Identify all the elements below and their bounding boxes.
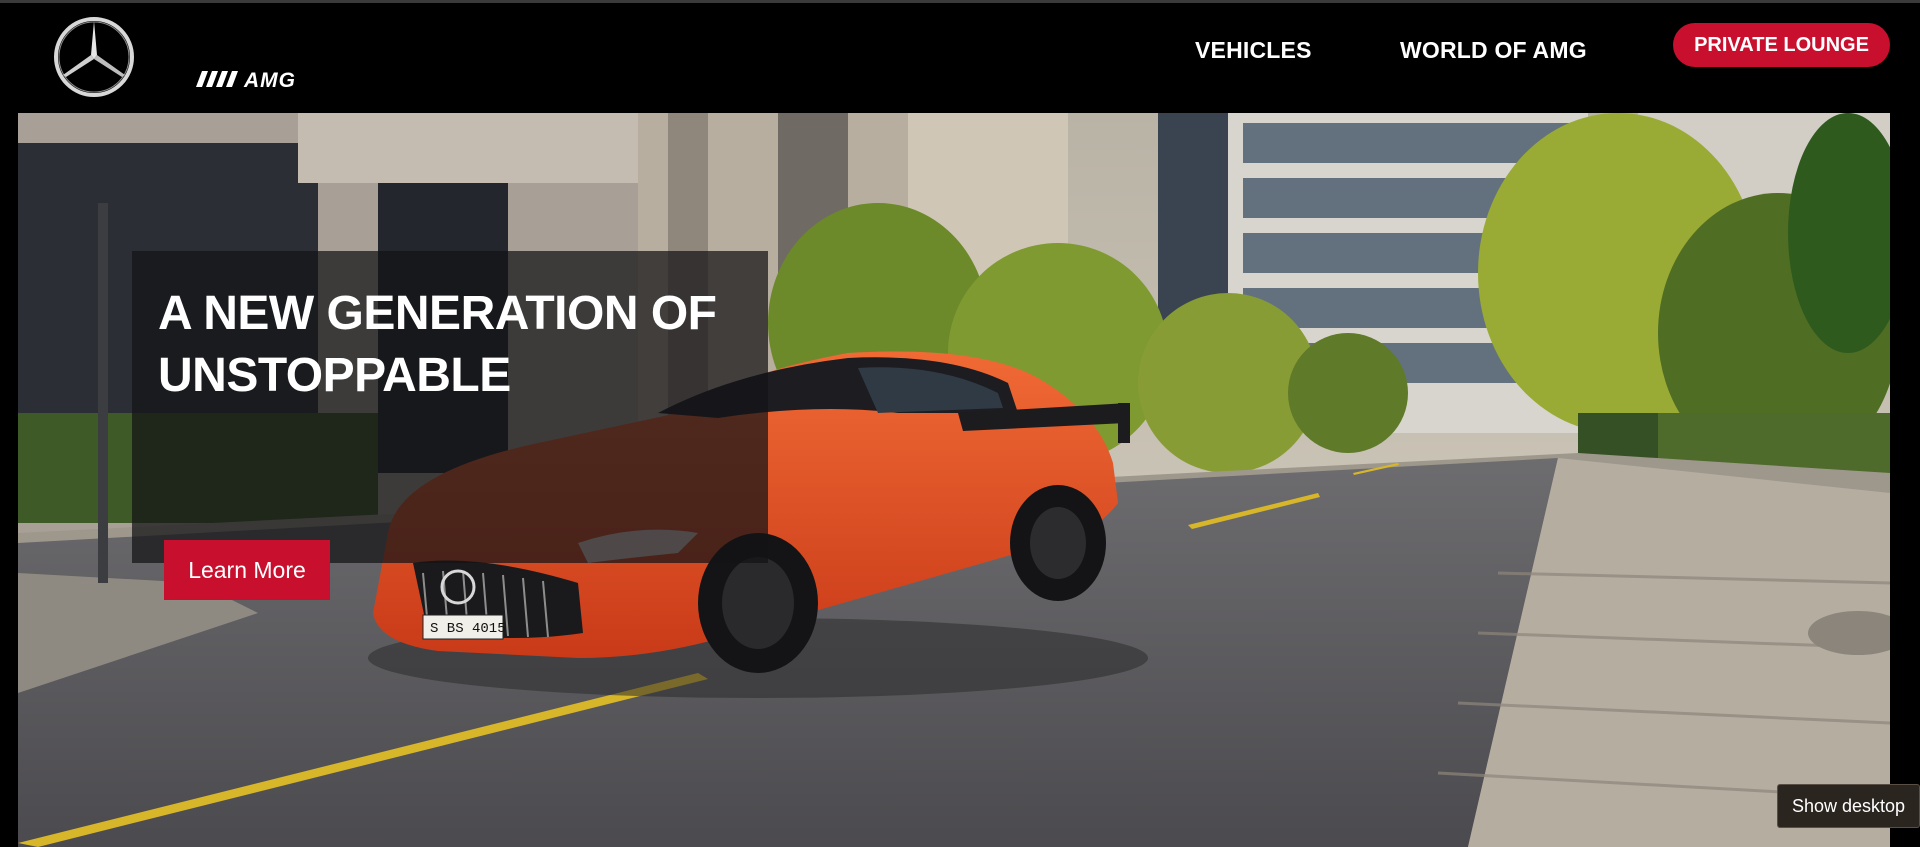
private-lounge-button[interactable]: PRIVATE LOUNGE (1673, 23, 1890, 67)
hero-headline-line2: UNSTOPPABLE (158, 349, 511, 402)
mercedes-star-logo-icon[interactable] (52, 15, 136, 99)
nav-vehicles[interactable]: VEHICLES (1195, 37, 1312, 64)
nav-world-of-amg[interactable]: WORLD OF AMG (1400, 37, 1587, 64)
amg-logo[interactable]: AMG (196, 69, 336, 93)
site-header: AMG VEHICLES WORLD OF AMG PRIVATE LOUNGE (0, 3, 1920, 113)
hero-headline-line1: A NEW GENERATION OF (158, 287, 717, 340)
learn-more-button[interactable]: Learn More (164, 540, 330, 600)
hero-headline: A NEW GENERATION OF UNSTOPPABLE (158, 283, 758, 407)
license-plate-text: S BS 4015 (430, 621, 506, 637)
amg-stripes-icon (196, 71, 238, 87)
amg-wordmark: AMG (244, 69, 296, 92)
hero-banner: S BS 4015 A NEW GENERATION OF UNSTOPPABL… (18, 113, 1890, 847)
show-desktop-tooltip: Show desktop (1777, 784, 1920, 828)
